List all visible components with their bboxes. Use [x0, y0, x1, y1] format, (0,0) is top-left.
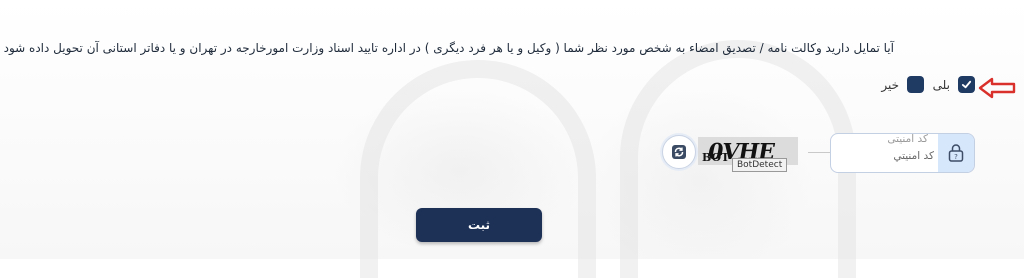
option-yes[interactable]: بلی: [933, 76, 975, 93]
option-no-label: خیر: [881, 77, 899, 92]
answer-options: بلی خیر: [0, 76, 1024, 96]
checkbox-yes[interactable]: [958, 76, 975, 93]
lock-icon: ?: [948, 144, 964, 162]
lock-box: ?: [938, 134, 974, 172]
svg-text:?: ?: [954, 153, 958, 161]
checkbox-no[interactable]: [907, 76, 924, 93]
security-code-field[interactable]: ? کد امنیتی: [830, 133, 975, 173]
question-text: آیا تمایل دارید وکالت نامه / تصدیق امضاء…: [0, 41, 894, 55]
divider-line: [808, 152, 830, 153]
arrow-pointer-icon: [978, 77, 1016, 99]
option-yes-label: بلی: [932, 77, 950, 92]
security-code-label: کد امنیتی: [885, 133, 930, 145]
security-code-input[interactable]: [840, 148, 934, 164]
check-icon: [961, 80, 972, 89]
botdetect-tooltip: BotDetect: [732, 158, 788, 172]
captcha-small-text: BOT: [702, 151, 730, 164]
option-no[interactable]: خیر: [881, 76, 924, 93]
refresh-icon: [672, 145, 686, 159]
captcha-refresh-button[interactable]: [662, 135, 696, 169]
submit-button[interactable]: ثبت: [416, 208, 542, 242]
